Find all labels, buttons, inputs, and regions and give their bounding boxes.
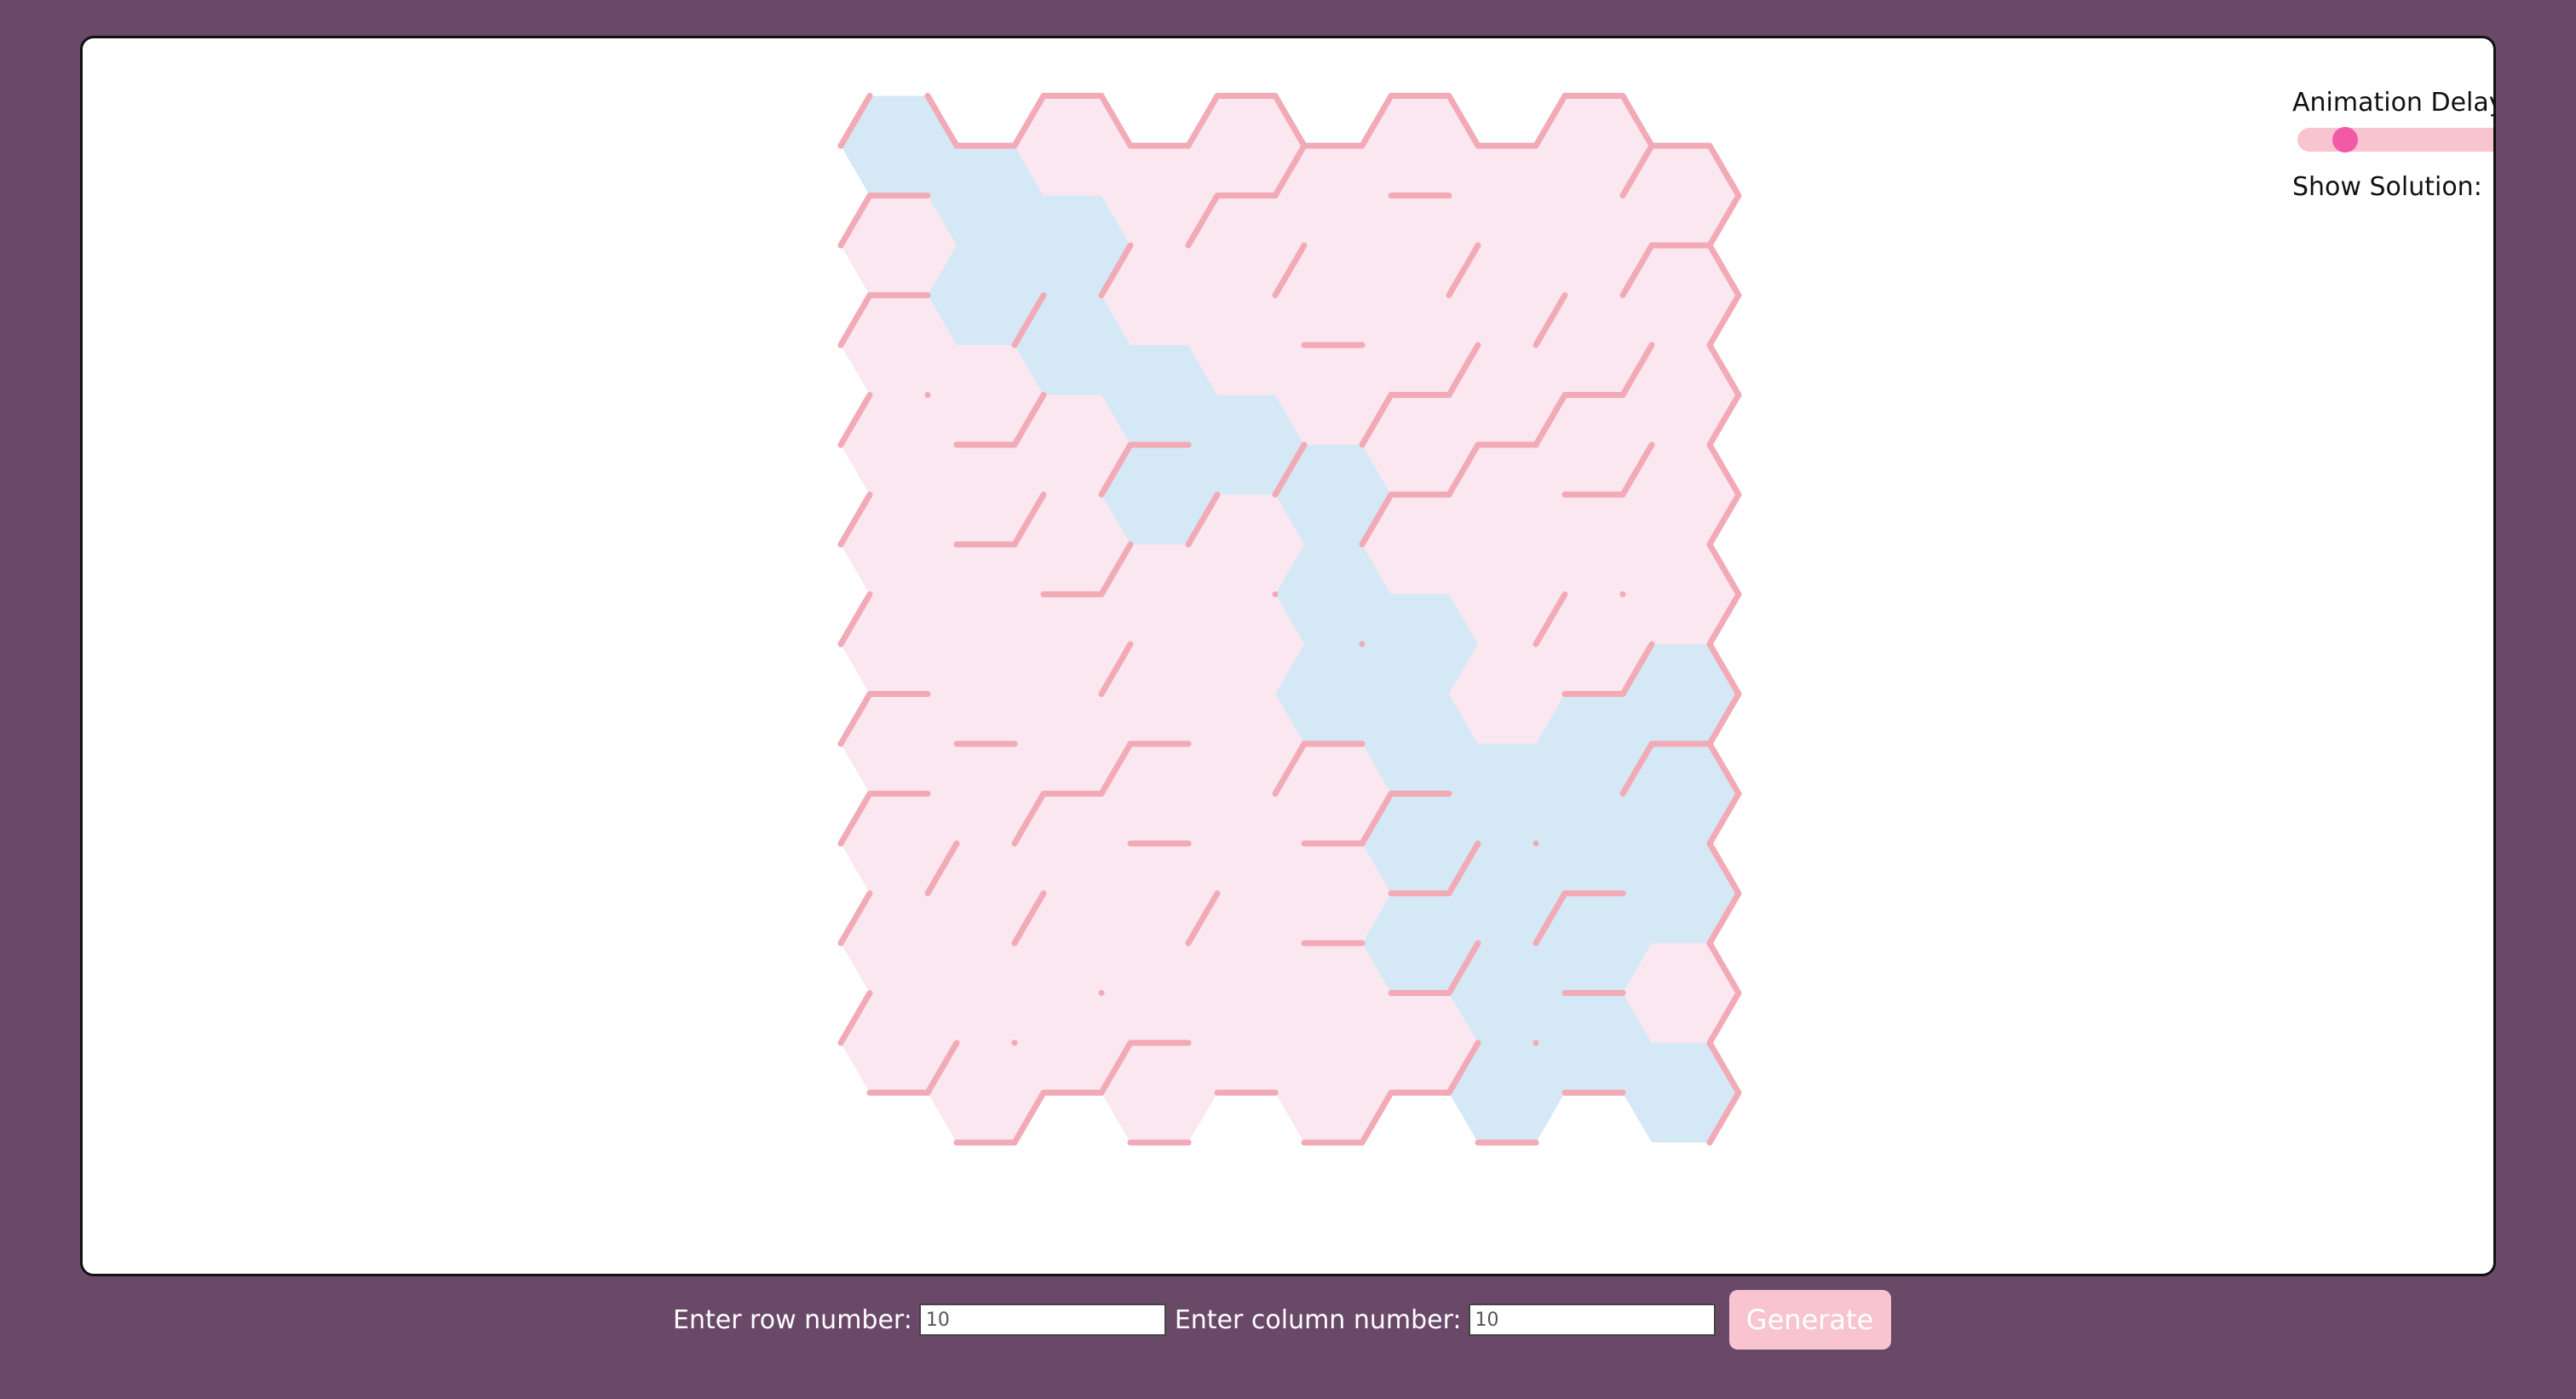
slider-thumb[interactable] bbox=[2332, 127, 2358, 153]
show-solution-row: Show Solution: ✓ bbox=[2292, 172, 2493, 202]
generate-button[interactable]: Generate bbox=[1728, 1290, 1891, 1350]
maze-cells bbox=[841, 95, 1739, 1143]
column-number-label: Enter column number: bbox=[1174, 1304, 1462, 1335]
animation-delay-label: Animation Delay: bbox=[2292, 88, 2496, 118]
settings-panel: Animation Delay: Show Solution: ✓ bbox=[2292, 88, 2496, 202]
animation-delay-slider[interactable] bbox=[2297, 127, 2493, 153]
show-solution-label: Show Solution: bbox=[2292, 172, 2482, 202]
row-number-input[interactable] bbox=[918, 1304, 1166, 1336]
maze-size-form: Enter row number: Enter column number: G… bbox=[673, 1290, 1891, 1350]
hex-maze bbox=[837, 93, 1742, 1146]
row-number-label: Enter row number: bbox=[673, 1304, 912, 1335]
maze-panel: Animation Delay: Show Solution: ✓ bbox=[80, 36, 2496, 1276]
column-number-input[interactable] bbox=[1468, 1304, 1716, 1336]
